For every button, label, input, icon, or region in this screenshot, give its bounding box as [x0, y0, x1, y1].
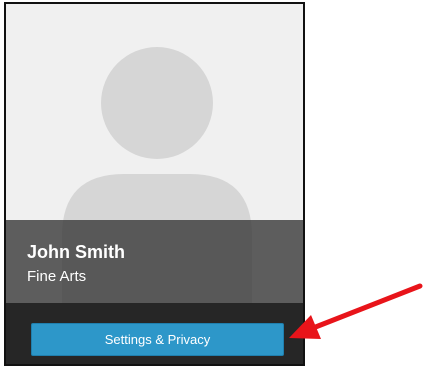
- red-arrow-icon: [289, 283, 423, 339]
- profile-department: Fine Arts: [27, 268, 87, 285]
- settings-privacy-button[interactable]: Settings & Privacy: [31, 323, 284, 356]
- profile-name: John Smith: [27, 242, 125, 262]
- profile-card: John Smith Fine Arts Settings & Privacy: [4, 2, 305, 366]
- card-footer: Settings & Privacy: [6, 303, 303, 364]
